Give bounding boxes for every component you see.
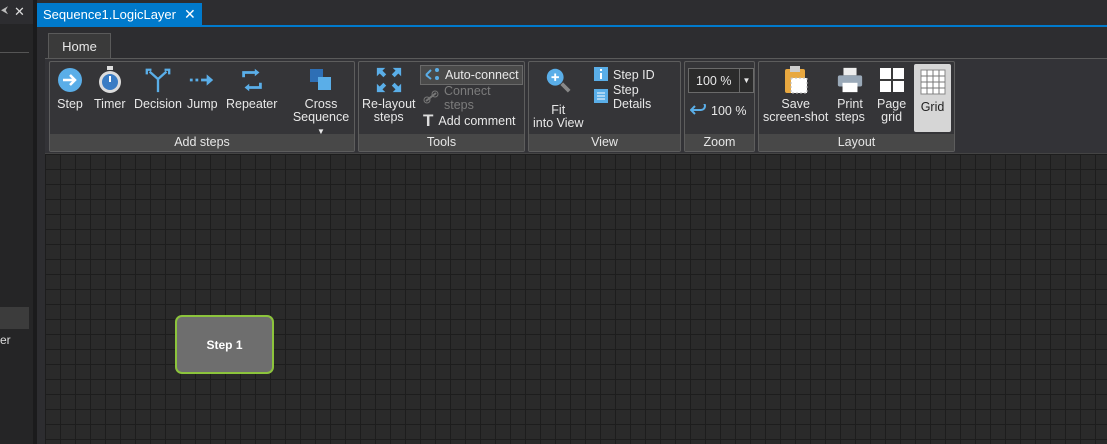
- text-t-icon: T: [423, 111, 434, 130]
- auto-connect-icon: [424, 67, 440, 84]
- step-button[interactable]: Step: [56, 65, 84, 111]
- group-title: Tools: [359, 134, 524, 151]
- document-area: Sequence1.LogicLayer ✕ Home Step Timer D…: [37, 0, 1107, 444]
- document-tab[interactable]: Sequence1.LogicLayer ✕: [37, 3, 202, 25]
- tab-home[interactable]: Home: [48, 33, 111, 59]
- decision-button-label: Decision: [134, 97, 182, 111]
- connect-steps-button[interactable]: Connect steps: [420, 84, 524, 112]
- document-tabstrip: Sequence1.LogicLayer ✕: [37, 0, 1107, 27]
- document-tab-title: Sequence1.LogicLayer: [43, 6, 176, 22]
- repeater-button[interactable]: Repeater: [226, 65, 277, 111]
- add-comment-button[interactable]: T Add comment: [420, 111, 519, 131]
- zoom-value: 100 %: [696, 73, 732, 88]
- pin-icon[interactable]: ⮜: [1, 5, 8, 16]
- list-item-selected[interactable]: [0, 307, 29, 329]
- chevron-down-icon[interactable]: ▼: [739, 69, 753, 92]
- connect-steps-label: Connect steps: [444, 84, 491, 112]
- stopwatch-icon: [96, 65, 124, 95]
- loop-icon: [238, 65, 266, 95]
- group-view: Fit into View Step ID Step Details View: [528, 61, 681, 152]
- cross-sequence-icon: [307, 65, 335, 95]
- ribbon-body: Step Timer Decision Jump Repeater Cross …: [45, 58, 1107, 153]
- relayout-label-2: steps: [373, 110, 404, 124]
- split-arrows-icon: [144, 65, 172, 95]
- page-grid-label-2: grid: [881, 110, 903, 124]
- dotted-arrow-icon: [188, 65, 216, 95]
- decision-button[interactable]: Decision: [134, 65, 182, 111]
- auto-connect-label: Auto-connect: [445, 68, 519, 82]
- step-button-label: Step: [57, 97, 83, 111]
- jump-button-label: Jump: [187, 97, 218, 111]
- step-node[interactable]: Step 1: [175, 315, 274, 374]
- close-tab-icon[interactable]: ✕: [184, 6, 196, 23]
- info-icon: [594, 66, 608, 84]
- grid-toggle-button[interactable]: Grid: [914, 64, 951, 132]
- step-details-label: Step Details: [613, 83, 652, 111]
- page-grid-icon: [878, 65, 906, 95]
- group-title: Add steps: [50, 134, 354, 151]
- reset-zoom-label: 100 %: [711, 104, 747, 118]
- group-add-steps: Step Timer Decision Jump Repeater Cross …: [49, 61, 355, 152]
- add-comment-label: Add comment: [438, 114, 516, 128]
- expand-arrows-icon: [375, 65, 403, 95]
- group-title: Zoom: [685, 134, 754, 151]
- grid-label: Grid: [920, 100, 945, 114]
- close-icon[interactable]: ✕: [14, 4, 25, 20]
- zoom-select[interactable]: 100 % ▼: [688, 68, 754, 93]
- divider: [0, 52, 29, 53]
- timer-button-label: Timer: [94, 97, 126, 111]
- print-label-2: steps: [835, 110, 865, 124]
- page-grid-button[interactable]: Page grid: [877, 65, 906, 124]
- fit-into-view-button[interactable]: Fit into View: [533, 65, 584, 130]
- jump-button[interactable]: Jump: [187, 65, 218, 111]
- save-label-2: screen-shot: [763, 110, 829, 124]
- ribbon: Home Step Timer Decision Jump Repeater C…: [45, 33, 1107, 153]
- relayout-steps-button[interactable]: Re-layout steps: [362, 65, 416, 124]
- group-title: Layout: [759, 134, 954, 151]
- group-layout: Save screen-shot Print steps Page grid G…: [758, 61, 955, 152]
- step-id-label: Step ID: [613, 68, 655, 82]
- reset-zoom-button[interactable]: 100 %: [687, 100, 749, 121]
- save-screenshot-button[interactable]: Save screen-shot: [763, 65, 828, 124]
- printer-icon: [836, 65, 864, 95]
- link-icon: [423, 90, 439, 107]
- undo-arrow-icon: [689, 100, 706, 119]
- magnifier-icon: [544, 65, 572, 95]
- print-steps-button[interactable]: Print steps: [835, 65, 865, 124]
- timer-button[interactable]: Timer: [94, 65, 125, 111]
- left-panel-header: ⮜ ✕: [0, 0, 33, 24]
- step-details-button[interactable]: Step Details: [591, 83, 680, 111]
- details-icon: [594, 88, 608, 106]
- arrow-right-circle-icon: [56, 65, 84, 95]
- fit-label-2: into View: [533, 116, 584, 130]
- group-tools: Re-layout steps Auto-connect Connect ste…: [358, 61, 525, 152]
- left-panel: ⮜ ✕ er: [0, 0, 33, 444]
- group-zoom: 100 % ▼ 100 % Zoom: [684, 61, 755, 152]
- auto-connect-button[interactable]: Auto-connect: [420, 65, 523, 85]
- step-id-button[interactable]: Step ID: [591, 65, 658, 85]
- clipboard-icon: [782, 65, 810, 95]
- grid-icon: [919, 67, 947, 97]
- sequence-canvas[interactable]: Step 1: [45, 153, 1107, 444]
- cross-sequence-button[interactable]: Cross Sequence ▼: [288, 65, 354, 138]
- repeater-button-label: Repeater: [226, 97, 278, 111]
- list-item[interactable]: er: [0, 333, 11, 347]
- step-node-label: Step 1: [206, 337, 243, 352]
- group-title: View: [529, 134, 680, 151]
